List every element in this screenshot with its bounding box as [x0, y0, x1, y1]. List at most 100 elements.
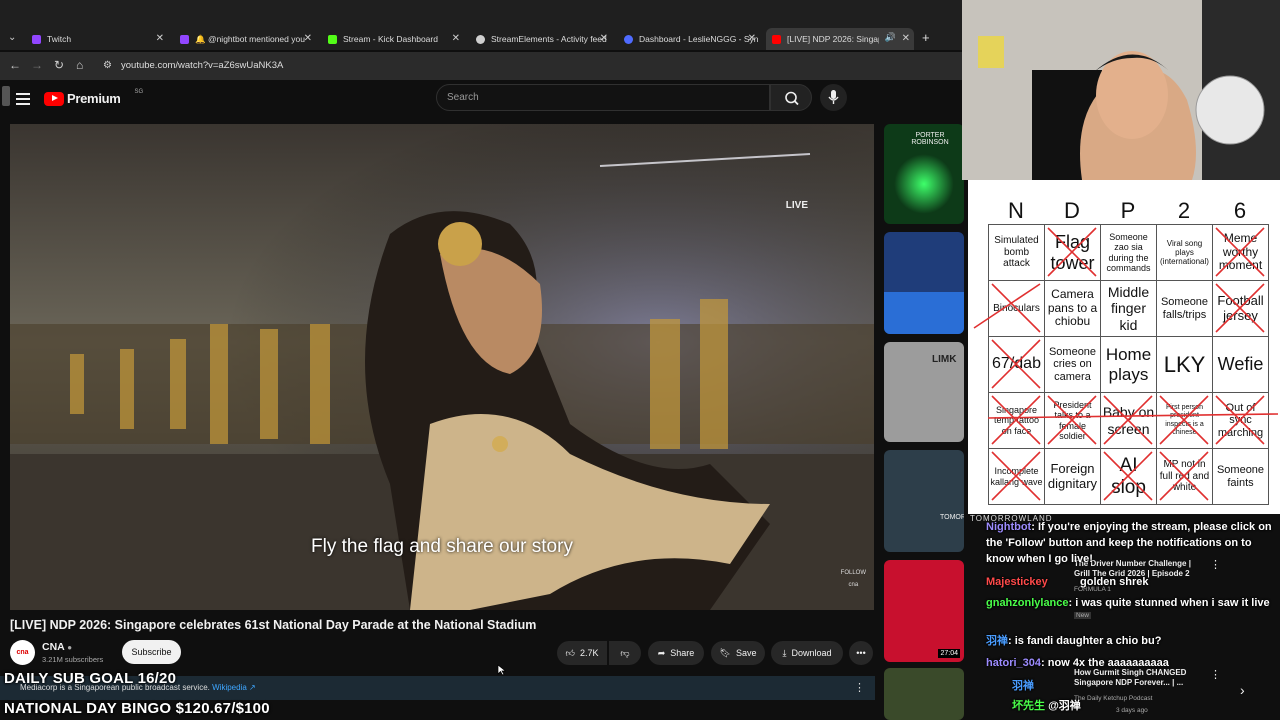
bingo-cell: Home plays	[1100, 336, 1157, 393]
channel-name[interactable]: CNA ●	[42, 641, 72, 653]
close-tab-icon[interactable]: ✕	[304, 33, 312, 44]
chat-text: now 4x the aaaaaaaaaa	[1047, 657, 1169, 669]
tab-streamelements[interactable]: StreamElements - Activity feed ✕	[470, 28, 612, 50]
subscribe-button[interactable]: Subscribe	[122, 640, 181, 664]
bingo-cell: 67/dab	[988, 336, 1045, 393]
dislike-button[interactable]: 👎︎	[609, 641, 641, 665]
bingo-grid: Simulated bomb attack Flag tower Someone…	[988, 224, 1269, 505]
related-thumbnail[interactable]	[884, 668, 964, 720]
tab-label: StreamElements - Activity feed	[491, 34, 607, 44]
like-button[interactable]: 👍︎ 2.7K	[557, 641, 607, 665]
video-duration: 27:04	[938, 649, 960, 658]
tab-label: [LIVE] NDP 2026: Singapore	[787, 34, 879, 44]
download-icon: ⤓	[782, 647, 787, 658]
more-icon: •••	[856, 648, 866, 658]
bingo-header-letter: P	[1120, 198, 1136, 223]
close-tab-icon[interactable]: ✕	[748, 33, 756, 44]
kick-favicon-icon	[328, 34, 337, 44]
related-thumbnail[interactable]: 27:04	[884, 560, 964, 662]
tab-youtube-active[interactable]: [LIVE] NDP 2026: Singapore 🔊 ✕	[766, 28, 914, 50]
wikipedia-link[interactable]: Wikipedia ↗	[212, 683, 256, 692]
follow-watermark[interactable]: FOLLOW cna	[841, 570, 866, 588]
tab-list-chevron-icon[interactable]: ⌄	[8, 32, 16, 43]
bingo-cell: LKY	[1156, 336, 1213, 393]
close-tab-icon[interactable]: ✕	[156, 33, 164, 44]
bingo-cell: Someone faints	[1212, 448, 1269, 505]
close-tab-icon[interactable]: ✕	[902, 33, 910, 44]
site-info-icon[interactable]: ⚙	[103, 60, 112, 71]
close-tab-icon[interactable]: ✕	[452, 33, 460, 44]
thumbs-down-icon: 👎︎	[620, 647, 630, 658]
back-icon[interactable]: ←	[9, 58, 21, 72]
chat-text: i was quite stunned when i saw it live	[1075, 597, 1270, 609]
new-tab-button[interactable]: +	[922, 30, 930, 45]
chat-username: Majestickey	[986, 576, 1048, 588]
bookmark-icon: 🔖︎	[719, 647, 731, 658]
url-field[interactable]: youtube.com/watch?v=aZ6swUaNK3A	[121, 60, 283, 71]
follow-label: FOLLOW	[840, 570, 866, 576]
tab-twitch[interactable]: Twitch ✕	[26, 28, 168, 50]
twitch-favicon-icon	[32, 34, 41, 44]
youtube-logo[interactable]: Premium SG	[44, 88, 144, 106]
share-icon: ➦	[657, 647, 666, 658]
download-button[interactable]: ⤓ Download	[771, 641, 843, 665]
live-badge: LIVE	[785, 200, 808, 211]
scroll-indicator	[2, 86, 10, 106]
chat-text: @羽禅	[1048, 700, 1081, 712]
bingo-cell: Out of sync marching	[1212, 392, 1269, 449]
microphone-icon	[828, 90, 839, 104]
chat-message: 羽禅: is fandi daughter a chio bu?	[986, 635, 1162, 647]
download-label: Download	[791, 648, 832, 658]
tab-kick[interactable]: Stream - Kick Dashboard ✕	[322, 28, 464, 50]
reload-icon[interactable]: ↻	[54, 58, 64, 72]
related-thumbnail[interactable]: TOMORROWLAND	[884, 450, 964, 552]
bingo-cell: Wefie	[1212, 336, 1269, 393]
chat-username: 羽禅	[986, 635, 1008, 647]
share-label: Share	[670, 648, 695, 658]
close-tab-icon[interactable]: ✕	[600, 33, 608, 44]
channel-avatar[interactable]: cna	[10, 640, 35, 665]
search-button[interactable]	[770, 84, 812, 111]
mouse-cursor-icon	[497, 664, 507, 676]
bingo-cell: First person president inspects is a chi…	[1156, 392, 1213, 449]
voice-search-button[interactable]	[820, 84, 847, 111]
chat-username: hatori_304	[986, 657, 1042, 669]
related-thumbnail[interactable]	[884, 232, 964, 334]
youtube-play-icon	[44, 91, 64, 106]
speaker-icon[interactable]: 🔊	[885, 32, 896, 43]
thumbnail-text: LIMK	[932, 354, 957, 365]
search-icon	[785, 91, 799, 106]
bingo-cell: President talks to a female soldier	[1044, 392, 1101, 449]
bingo-cell: MP not in full red and white	[1156, 448, 1213, 505]
related-thumbnail[interactable]: PORTER ROBINSON	[884, 124, 964, 224]
chat-message: 羽禅	[1012, 678, 1280, 694]
thumbnail-art	[884, 292, 964, 334]
chat-text: is fandi daughter a chio bu?	[1014, 635, 1162, 647]
bingo-cell: Baby on screen	[1100, 392, 1157, 449]
home-icon[interactable]: ⌂	[76, 58, 83, 72]
bingo-cell: Camera pans to a chiobu	[1044, 280, 1101, 337]
save-button[interactable]: 🔖︎ Save	[711, 641, 765, 665]
tab-nightbot[interactable]: 🔔 @nightbot mentioned you ✕	[174, 28, 316, 50]
bingo-cell: Viral song plays (international)	[1156, 224, 1213, 281]
info-more-icon[interactable]: ⋮	[854, 681, 865, 694]
forward-icon[interactable]: →	[31, 58, 43, 72]
video-player[interactable]: LIVE Fly the flag and share our story FO…	[10, 124, 874, 610]
bingo-cell: Someone falls/trips	[1156, 280, 1213, 337]
bingo-cell: Singapore temp tattoo on face	[988, 392, 1045, 449]
bingo-cell: Meme worthy moment	[1212, 224, 1269, 281]
thumbs-up-icon: 👍︎	[565, 647, 575, 658]
related-thumbnail[interactable]: LIMK	[884, 342, 964, 442]
subscriber-count: 3.21M subscribers	[42, 655, 104, 664]
bingo-card: N D P 2 6 Simulated bomb attack Flag tow…	[968, 180, 1280, 514]
share-button[interactable]: ➦ Share	[648, 641, 704, 665]
bingo-header-letter: D	[1064, 198, 1080, 223]
tab-label: Stream - Kick Dashboard	[343, 34, 438, 44]
region-code: SG	[134, 88, 144, 95]
more-actions-button[interactable]: •••	[849, 641, 873, 665]
tab-dashboard[interactable]: Dashboard - LeslieNGGG - Syn ✕	[618, 28, 760, 50]
search-input[interactable]: Search	[436, 84, 770, 111]
cna-watermark: cna	[848, 582, 859, 588]
sub-goal-overlay: DAILY SUB GOAL 16/20	[4, 670, 177, 687]
menu-icon[interactable]	[16, 93, 30, 105]
